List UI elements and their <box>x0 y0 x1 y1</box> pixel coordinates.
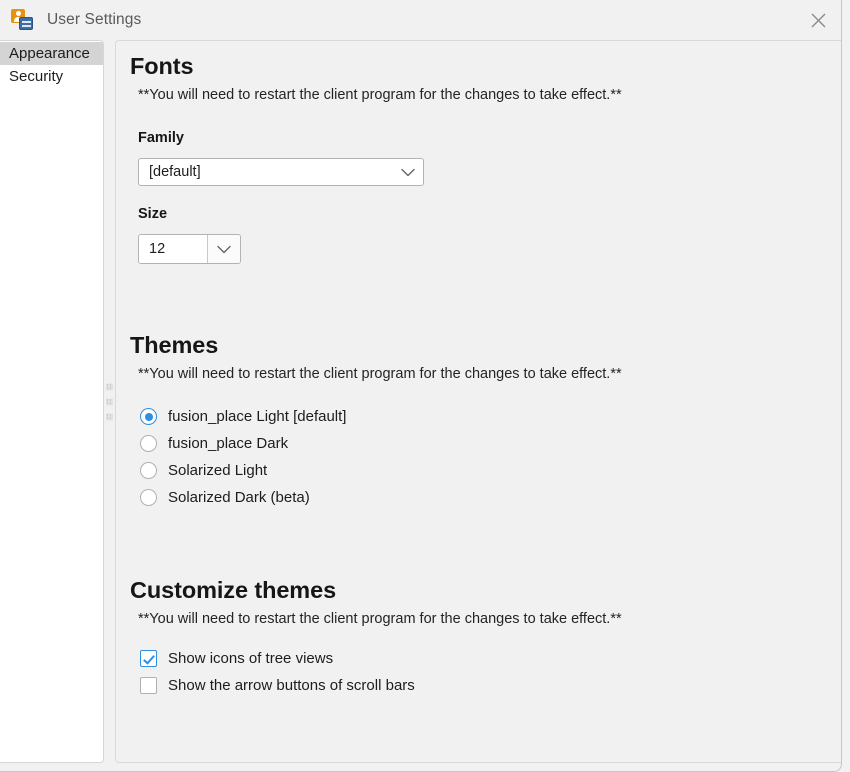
theme-option-fusion-dark[interactable]: fusion_place Dark <box>140 430 841 457</box>
font-size-combo[interactable]: 12 <box>138 234 241 264</box>
theme-option-label: Solarized Dark (beta) <box>168 489 310 506</box>
checkbox-show-tree-icons[interactable]: Show icons of tree views <box>140 645 841 672</box>
splitter-dot <box>106 413 113 420</box>
settings-sidebar: Appearance Security <box>0 40 104 763</box>
theme-option-fusion-light[interactable]: fusion_place Light [default] <box>140 403 841 430</box>
theme-option-label: Solarized Light <box>168 462 268 479</box>
font-family-label: Family <box>138 130 184 146</box>
checkbox-label: Show the arrow buttons of scroll bars <box>168 677 415 694</box>
chevron-down-icon <box>217 245 231 253</box>
splitter-dot <box>106 383 113 390</box>
checkbox-show-scrollbar-arrows[interactable]: Show the arrow buttons of scroll bars <box>140 672 841 699</box>
theme-option-label: fusion_place Dark <box>168 435 289 452</box>
font-family-chevron[interactable] <box>393 168 423 177</box>
theme-option-solarized-dark[interactable]: Solarized Dark (beta) <box>140 484 841 511</box>
font-family-value: [default] <box>149 164 201 180</box>
radio-icon <box>140 462 157 479</box>
dialog-body: Appearance Security Fonts **You will nee… <box>0 40 841 771</box>
theme-option-label: fusion_place Light [default] <box>168 408 347 425</box>
close-button[interactable] <box>795 0 841 40</box>
theme-option-solarized-light[interactable]: Solarized Light <box>140 457 841 484</box>
checkbox-icon <box>140 677 157 694</box>
font-size-value[interactable]: 12 <box>139 235 207 263</box>
splitter-dot <box>106 398 113 405</box>
themes-section-title: Themes <box>130 332 219 358</box>
close-icon <box>811 13 825 27</box>
checkbox-icon <box>140 650 157 667</box>
themes-restart-note: **You will need to restart the client pr… <box>138 366 622 382</box>
user-settings-dialog: User Settings Appearance Security Fonts … <box>0 0 842 772</box>
fonts-section-title: Fonts <box>130 53 194 79</box>
title-bar[interactable]: User Settings <box>0 0 841 40</box>
checkbox-label: Show icons of tree views <box>168 650 334 667</box>
customize-themes-section-title: Customize themes <box>130 577 337 603</box>
splitter-grip <box>106 383 113 420</box>
radio-icon <box>140 435 157 452</box>
customize-restart-note: **You will need to restart the client pr… <box>138 611 622 627</box>
user-settings-icon <box>11 9 33 31</box>
sidebar-item-label: Security <box>9 68 64 85</box>
chevron-down-icon <box>401 168 415 176</box>
radio-icon <box>140 489 157 506</box>
radio-icon <box>140 408 157 425</box>
card-icon <box>19 17 33 30</box>
sidebar-item-appearance[interactable]: Appearance <box>0 42 103 65</box>
font-size-label: Size <box>138 206 168 222</box>
font-family-select[interactable]: [default] <box>138 158 424 186</box>
font-size-chevron[interactable] <box>207 235 240 263</box>
pane-splitter[interactable] <box>104 40 115 763</box>
sidebar-item-security[interactable]: Security <box>0 65 103 88</box>
sidebar-item-label: Appearance <box>9 45 90 62</box>
settings-scroll-area: Fonts **You will need to restart the cli… <box>116 41 841 762</box>
settings-content-pane: Fonts **You will need to restart the cli… <box>115 40 841 763</box>
window-title: User Settings <box>47 11 142 28</box>
fonts-restart-note: **You will need to restart the client pr… <box>138 87 622 103</box>
